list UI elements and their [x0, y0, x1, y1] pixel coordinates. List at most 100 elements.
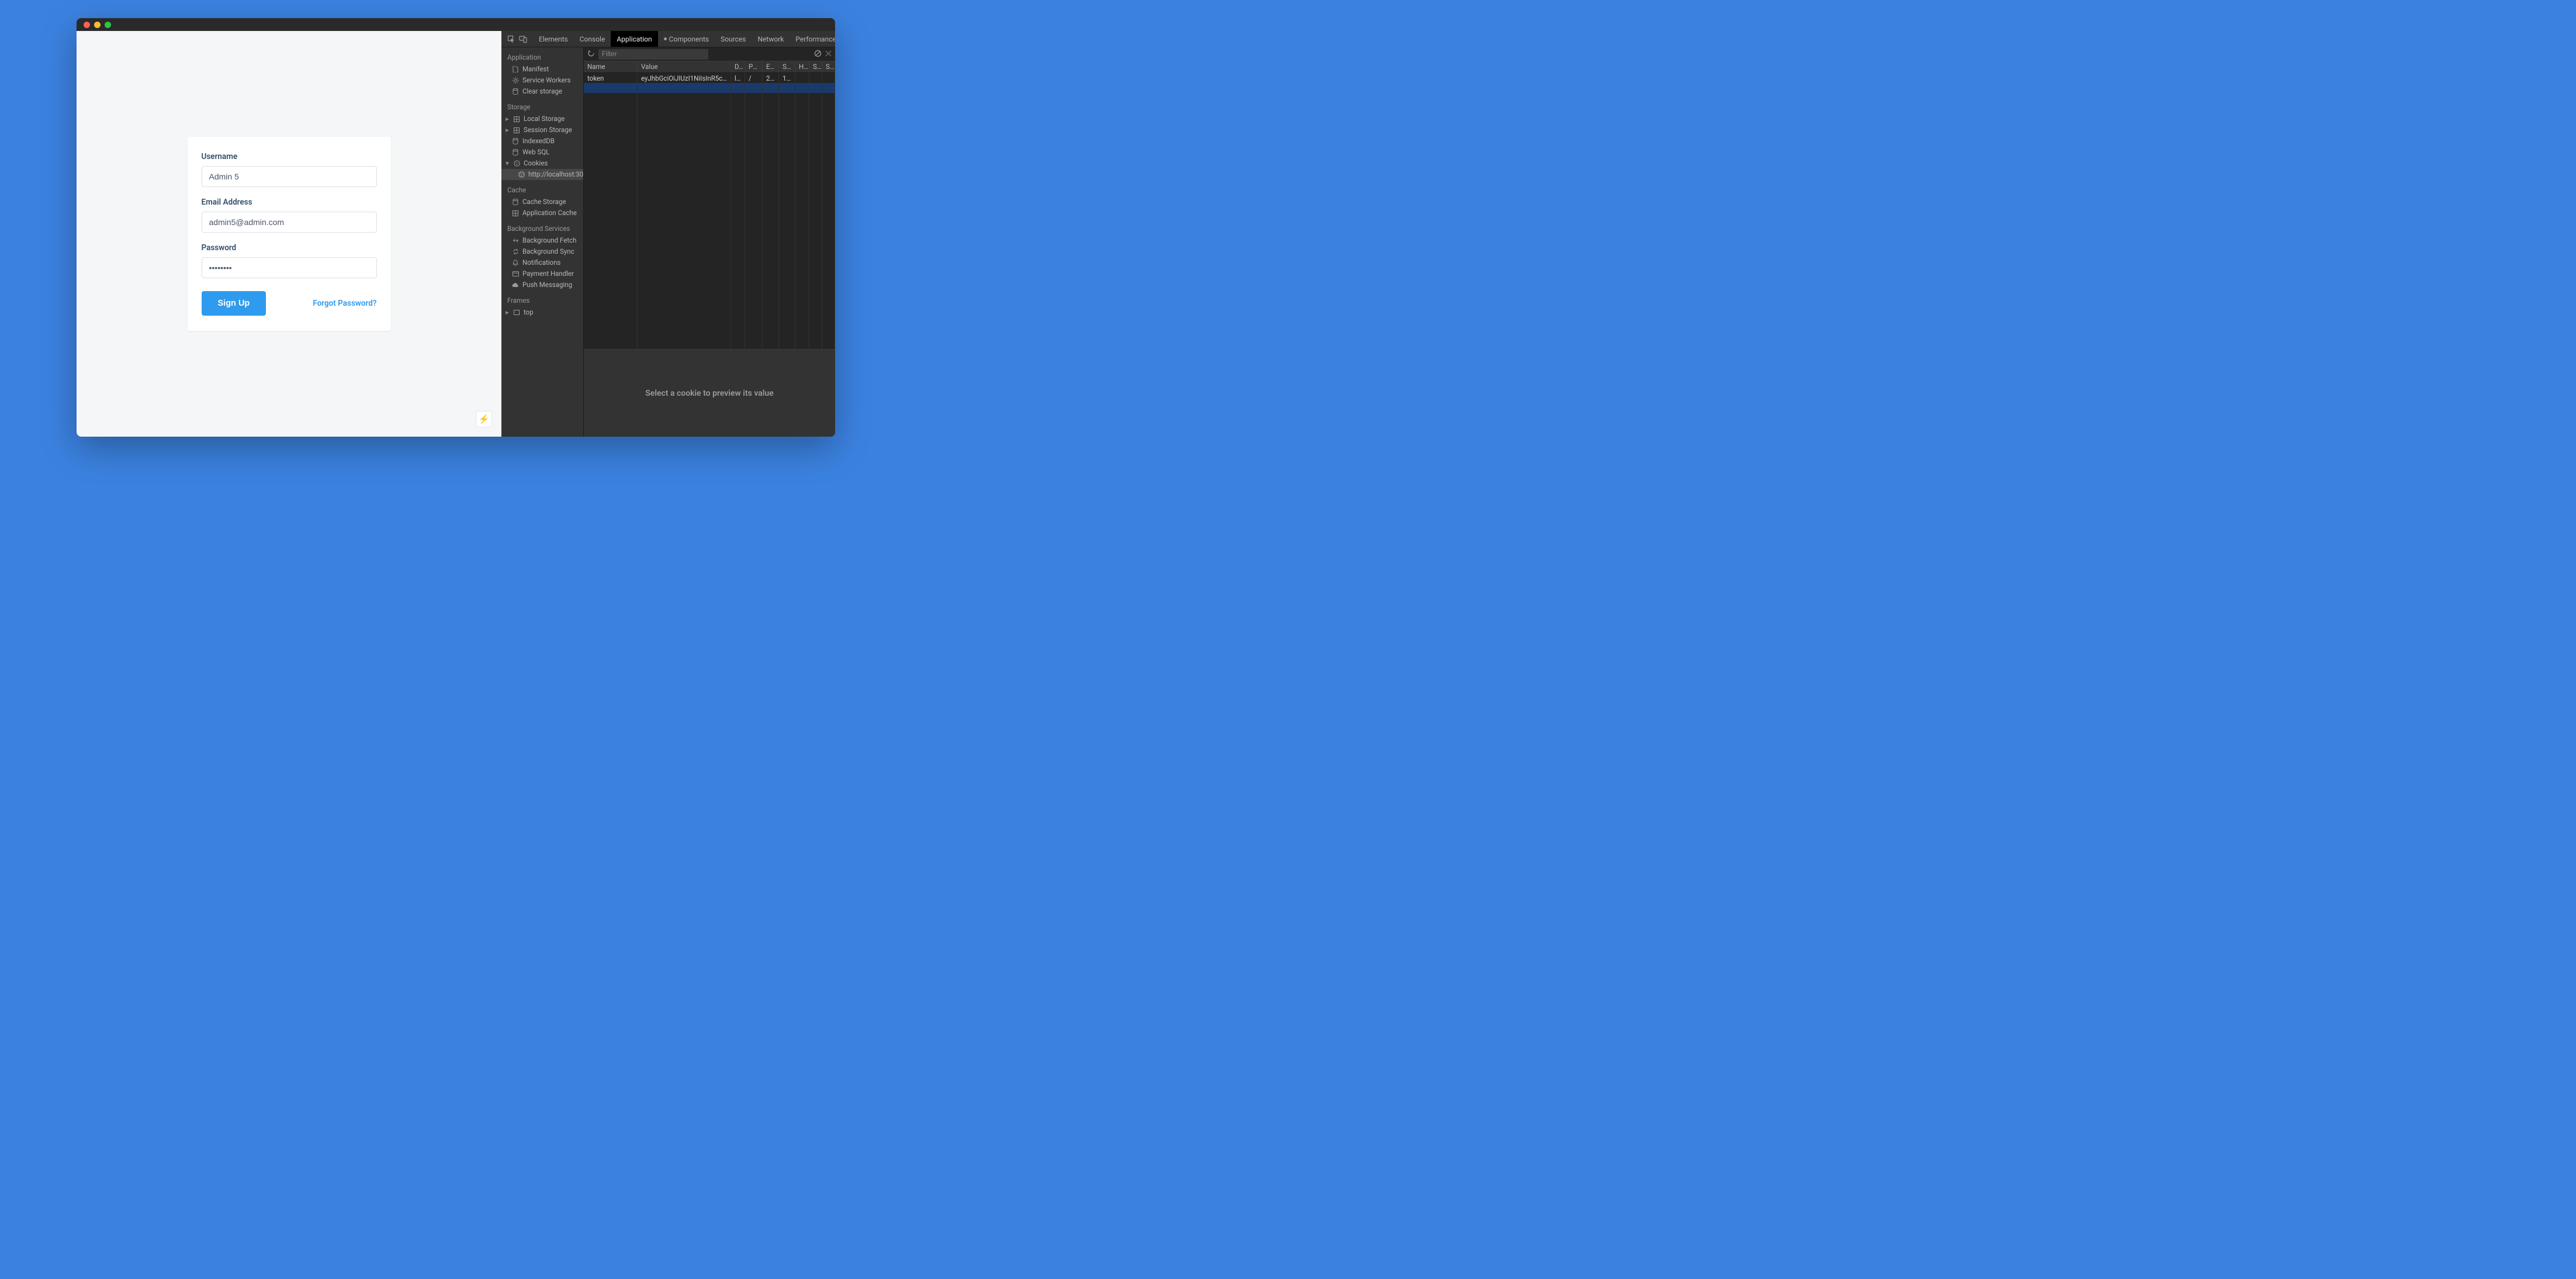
- window-minimize-button[interactable]: [94, 22, 101, 28]
- cookie-icon: [518, 171, 525, 178]
- sidebar-item-background-fetch[interactable]: Background Fetch: [501, 235, 583, 246]
- grid-icon: [513, 127, 520, 134]
- swap-icon: [512, 237, 519, 244]
- sidebar-item-top-frame[interactable]: ▸ top: [501, 307, 583, 318]
- col-expires[interactable]: Ex…: [763, 61, 779, 72]
- col-name[interactable]: Name: [584, 61, 638, 72]
- tab-network[interactable]: Network: [752, 31, 790, 47]
- sidebar-item-push-messaging[interactable]: Push Messaging: [501, 279, 583, 291]
- browser-window: Username Email Address Password Sign Up …: [77, 18, 835, 437]
- cloud-icon: [512, 282, 519, 289]
- cell-size: 142: [779, 73, 795, 83]
- sidebar-item-websql[interactable]: Web SQL: [501, 147, 583, 158]
- section-frames-title: Frames: [501, 291, 583, 307]
- cell-value: eyJhbGciOiJIUzI1NiIsInR5c…: [638, 73, 731, 83]
- section-storage-title: Storage: [501, 97, 583, 113]
- card-icon: [512, 271, 519, 278]
- sidebar-item-label: Payment Handler: [522, 269, 574, 278]
- sidebar-item-clear-storage[interactable]: Clear storage: [501, 86, 583, 97]
- tab-sources[interactable]: Sources: [715, 31, 752, 47]
- col-secure[interactable]: S…: [809, 61, 822, 72]
- sidebar-item-background-sync[interactable]: Background Sync: [501, 246, 583, 257]
- sidebar-item-label: Push Messaging: [522, 281, 572, 289]
- cookie-preview-panel: Select a cookie to preview its value: [584, 349, 835, 437]
- devtools-main: Name Value D… Path Ex… Size Ht… S… S…: [584, 47, 835, 437]
- cell-domain: lo…: [731, 73, 745, 83]
- table-row-selected-empty[interactable]: [584, 83, 835, 93]
- devtools-sidebar: Application Manifest Service Workers Cle…: [501, 47, 584, 437]
- table-row[interactable]: token eyJhbGciOiJIUzI1NiIsInR5c… lo… / 2…: [584, 73, 835, 83]
- password-label: Password: [202, 243, 377, 253]
- sidebar-item-session-storage[interactable]: ▸ Session Storage: [501, 125, 583, 136]
- tab-components[interactable]: Components: [658, 31, 715, 47]
- window-zoom-button[interactable]: [105, 22, 111, 28]
- cookies-table-body[interactable]: token eyJhbGciOiJIUzI1NiIsInR5c… lo… / 2…: [584, 73, 835, 349]
- filter-input[interactable]: [598, 49, 708, 60]
- cell-secure: [809, 73, 822, 83]
- sidebar-item-cookie-origin[interactable]: http://localhost:3000: [501, 169, 583, 180]
- expand-icon: ▸: [505, 308, 510, 317]
- sidebar-item-label: Session Storage: [524, 126, 572, 134]
- quick-action-fab[interactable]: ⚡: [476, 411, 492, 427]
- sync-icon: [512, 248, 519, 255]
- col-value[interactable]: Value: [638, 61, 731, 72]
- sidebar-item-label: IndexedDB: [522, 137, 555, 146]
- sidebar-item-service-workers[interactable]: Service Workers: [501, 75, 583, 86]
- email-input[interactable]: [202, 212, 377, 233]
- gear-icon: [512, 77, 519, 84]
- sidebar-item-label: Web SQL: [522, 148, 549, 157]
- email-label: Email Address: [202, 198, 377, 207]
- password-input[interactable]: [202, 257, 377, 278]
- sidebar-item-cache-storage[interactable]: Cache Storage: [501, 196, 583, 208]
- col-path[interactable]: Path: [745, 61, 763, 72]
- signup-button[interactable]: Sign Up: [202, 291, 266, 316]
- preview-empty-message: Select a cookie to preview its value: [645, 389, 774, 398]
- clear-all-icon[interactable]: [814, 50, 822, 59]
- bell-icon: [512, 260, 519, 267]
- grid-icon: [512, 210, 519, 217]
- col-httponly[interactable]: Ht…: [795, 61, 809, 72]
- sidebar-item-manifest[interactable]: Manifest: [501, 64, 583, 75]
- sidebar-item-application-cache[interactable]: Application Cache: [501, 208, 583, 219]
- sidebar-item-label: Clear storage: [522, 87, 562, 96]
- cell-samesite: [822, 73, 835, 83]
- sidebar-item-indexeddb[interactable]: IndexedDB: [501, 136, 583, 147]
- refresh-icon[interactable]: [587, 50, 595, 59]
- window-titlebar: [77, 18, 835, 31]
- expand-icon: ▸: [505, 126, 510, 134]
- window-body: Username Email Address Password Sign Up …: [77, 31, 835, 437]
- device-toggle-icon[interactable]: [519, 35, 527, 43]
- delete-icon[interactable]: [825, 50, 832, 58]
- components-badge-icon: [664, 37, 667, 40]
- sidebar-item-payment-handler[interactable]: Payment Handler: [501, 268, 583, 279]
- section-cache-title: Cache: [501, 180, 583, 196]
- cookies-table-header: Name Value D… Path Ex… Size Ht… S… S…: [584, 61, 835, 73]
- col-domain[interactable]: D…: [731, 61, 745, 72]
- username-input[interactable]: [202, 166, 377, 187]
- tab-console[interactable]: Console: [574, 31, 611, 47]
- sidebar-item-notifications[interactable]: Notifications: [501, 257, 583, 268]
- tab-application[interactable]: Application: [611, 31, 657, 47]
- devtools-panel: Elements Console Application Components …: [501, 31, 835, 437]
- field-group-password: Password: [202, 243, 377, 278]
- sidebar-item-label: top: [524, 308, 534, 317]
- window-close-button[interactable]: [84, 22, 90, 28]
- sidebar-item-label: Application Cache: [522, 209, 577, 217]
- cookies-toolbar: [584, 47, 835, 61]
- sidebar-item-cookies[interactable]: ▾ Cookies: [501, 158, 583, 169]
- tab-components-label: Components: [669, 35, 709, 43]
- cookie-icon: [513, 160, 520, 167]
- tab-elements[interactable]: Elements: [533, 31, 574, 47]
- col-size[interactable]: Size: [779, 61, 795, 72]
- cell-httponly: [795, 73, 809, 83]
- forgot-password-link[interactable]: Forgot Password?: [313, 299, 376, 308]
- sidebar-item-label: http://localhost:3000: [528, 170, 584, 179]
- frame-icon: [513, 309, 520, 316]
- col-samesite[interactable]: S…: [822, 61, 835, 72]
- tab-performance[interactable]: Performance: [790, 31, 835, 47]
- document-icon: [512, 66, 519, 73]
- cell-path: /: [745, 73, 763, 83]
- section-application-title: Application: [501, 47, 583, 64]
- sidebar-item-local-storage[interactable]: ▸ Local Storage: [501, 113, 583, 125]
- inspect-element-icon[interactable]: [507, 35, 515, 43]
